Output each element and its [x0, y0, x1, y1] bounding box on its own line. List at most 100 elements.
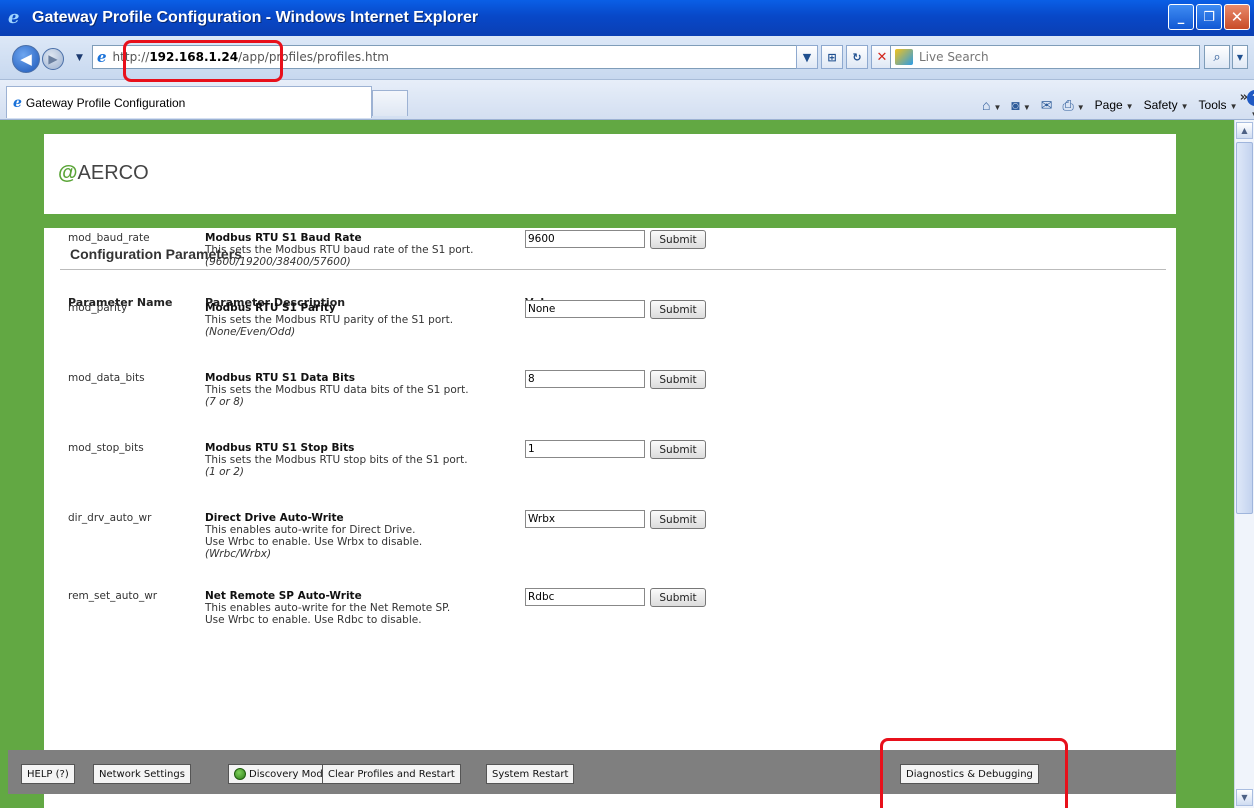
param-options: (9600/19200/38400/57600) [205, 256, 351, 268]
search-input[interactable] [919, 50, 1179, 64]
system-restart-button[interactable]: System Restart [486, 764, 575, 784]
aerco-logo: @AERCO [58, 162, 149, 184]
param-value-input[interactable] [525, 588, 645, 606]
param-description-line: This enables auto-write for the Net Remo… [205, 602, 451, 614]
param-options: (7 or 8) [205, 396, 244, 408]
tab-label: Gateway Profile Configuration [25, 95, 186, 110]
param-value-input[interactable] [525, 510, 645, 528]
scroll-thumb[interactable] [1236, 142, 1253, 514]
param-name: dir_drv_auto_wr [68, 512, 152, 524]
page-viewport: @AERCO Configuration Parameters Paramete… [0, 120, 1234, 808]
address-tools: ▼ ⊞ ↻ ✕ [796, 45, 893, 69]
printer-icon: ⎙ [1062, 96, 1074, 113]
toolbar-overflow-icon[interactable]: » [1240, 90, 1248, 105]
diagnostics-highlight [880, 738, 1068, 808]
page-menu[interactable]: Page ▼ [1095, 98, 1134, 112]
tab-gateway-profile[interactable]: e Gateway Profile Configuration [6, 86, 372, 118]
discovery-status-icon [234, 768, 246, 780]
scroll-down-icon[interactable]: ▼ [1236, 789, 1253, 806]
minimize-button[interactable]: _ [1168, 4, 1194, 30]
back-button[interactable]: ◀ [12, 45, 40, 73]
discovery-mode-button[interactable]: Discovery Mode [228, 764, 335, 784]
home-icon: ⌂ [982, 97, 991, 113]
tools-menu[interactable]: Tools ▼ [1199, 98, 1238, 112]
param-row-dir_drv_auto_wr: dir_drv_auto_wr Direct Drive Auto-Write Th… [44, 510, 1176, 582]
submit-button[interactable]: Submit [650, 588, 706, 607]
param-title: Net Remote SP Auto-Write [205, 590, 362, 602]
help-icon: ? [1247, 90, 1254, 106]
print-button[interactable]: ⎙ ▼ [1063, 97, 1085, 114]
refresh-icon[interactable]: ↻ [846, 45, 868, 69]
help-button[interactable]: HELP (?) [21, 764, 75, 784]
param-name: mod_data_bits [68, 372, 145, 384]
param-description-line: This sets the Modbus RTU baud rate of th… [205, 244, 474, 256]
safety-menu[interactable]: Safety ▼ [1144, 98, 1189, 112]
param-value-input[interactable] [525, 440, 645, 458]
compatibility-icon[interactable]: ⊞ [821, 45, 843, 69]
param-title: Modbus RTU S1 Baud Rate [205, 232, 362, 244]
param-description: Net Remote SP Auto-Write This enables aut… [205, 590, 525, 626]
param-row-mod_data_bits: mod_data_bits Modbus RTU S1 Data Bits This… [44, 370, 1176, 442]
window-controls: _ ❐ ✕ [1168, 4, 1250, 30]
param-description: Direct Drive Auto-Write This enables auto… [205, 512, 525, 560]
param-name: rem_set_auto_wr [68, 590, 158, 602]
history-dropdown-icon[interactable]: ▼ [76, 53, 83, 63]
param-name: mod_baud_rate [68, 232, 150, 244]
live-search-icon [895, 49, 913, 65]
help-menu[interactable]: ?▼ [1247, 90, 1254, 120]
submit-button[interactable]: Submit [650, 300, 706, 319]
param-row-mod_stop_bits: mod_stop_bits Modbus RTU S1 Stop Bits This… [44, 440, 1176, 512]
submit-button[interactable]: Submit [650, 510, 706, 529]
param-row-mod_parity: mod_parity Modbus RTU S1 Parity This sets … [44, 300, 1176, 372]
clear-profiles-button[interactable]: Clear Profiles and Restart [322, 764, 461, 784]
param-value-input[interactable] [525, 230, 645, 248]
submit-button[interactable]: Submit [650, 230, 706, 249]
network-settings-button[interactable]: Network Settings [93, 764, 191, 784]
page-icon: e [97, 48, 107, 66]
mail-button[interactable]: ✉ [1041, 97, 1053, 114]
param-name: mod_parity [68, 302, 128, 314]
close-button[interactable]: ✕ [1224, 4, 1250, 30]
param-description: Modbus RTU S1 Baud Rate This sets the Mod… [205, 232, 525, 268]
param-value-input[interactable] [525, 370, 645, 388]
logo-swoosh-icon: @ [58, 162, 78, 184]
new-tab-button[interactable] [372, 90, 408, 116]
param-row-rem_set_auto_wr: rem_set_auto_wr Net Remote SP Auto-Write T… [44, 588, 1176, 660]
submit-button[interactable]: Submit [650, 440, 706, 459]
param-options: (None/Even/Odd) [205, 326, 296, 338]
param-description: Modbus RTU S1 Parity This sets the Modbus… [205, 302, 525, 338]
window-title: Gateway Profile Configuration - Windows … [32, 9, 479, 26]
param-options: (1 or 2) [205, 466, 244, 478]
param-description-line: This sets the Modbus RTU parity of the S… [205, 314, 454, 326]
forward-button[interactable]: ▶ [42, 48, 64, 70]
param-description-line: Use Wrbc to enable. Use Rdbc to disable. [205, 614, 422, 626]
param-title: Modbus RTU S1 Data Bits [205, 372, 355, 384]
rss-icon: ◙ [1011, 97, 1020, 113]
param-description-line: This sets the Modbus RTU data bits of th… [205, 384, 469, 396]
vertical-scrollbar[interactable]: ▲ ▼ [1234, 120, 1254, 808]
header-card: @AERCO [44, 134, 1176, 214]
param-title: Direct Drive Auto-Write [205, 512, 344, 524]
address-dropdown-icon[interactable]: ▼ [796, 45, 818, 69]
search-box [890, 45, 1200, 69]
param-description: Modbus RTU S1 Stop Bits This sets the Mod… [205, 442, 525, 478]
window-title-bar: e Gateway Profile Configuration - Window… [0, 0, 1254, 36]
maximize-button[interactable]: ❐ [1196, 4, 1222, 30]
scroll-up-icon[interactable]: ▲ [1236, 122, 1253, 139]
search-options-icon[interactable]: ▼ [1232, 45, 1248, 69]
command-bar: ⌂▼ ◙▼ ✉ ⎙▼ Page▼ Safety▼ Tools▼ ?▼ [982, 90, 1254, 120]
tab-bar: e Gateway Profile Configuration ⌂ ▼ ◙ ▼ ✉ … [0, 80, 1254, 120]
param-options: (Wrbc/Wrbx) [205, 548, 272, 560]
param-description-line: This sets the Modbus RTU stop bits of th… [205, 454, 468, 466]
feeds-button[interactable]: ◙ ▼ [1011, 97, 1030, 113]
mail-icon: ✉ [1040, 96, 1053, 113]
home-button[interactable]: ⌂ ▼ [982, 97, 1001, 113]
param-description-line: Use Wrbc to enable. Use Wrbx to disable. [205, 536, 423, 548]
param-value-input[interactable] [525, 300, 645, 318]
submit-button[interactable]: Submit [650, 370, 706, 389]
param-title: Modbus RTU S1 Stop Bits [205, 442, 355, 454]
param-row-mod_baud_rate: mod_baud_rate Modbus RTU S1 Baud Rate This… [44, 230, 1176, 302]
arrow-left-icon: ◀ [20, 50, 32, 68]
search-button[interactable]: ⌕ [1204, 45, 1230, 69]
ie-logo-icon: e [8, 7, 20, 28]
